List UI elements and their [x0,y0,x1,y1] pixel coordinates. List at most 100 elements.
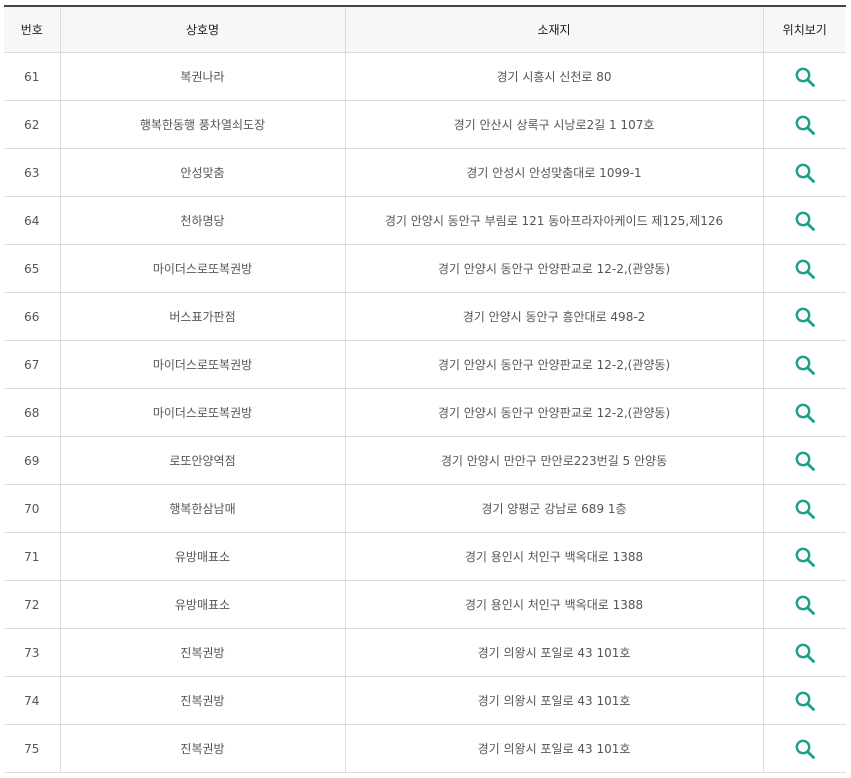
location-cell [762,484,846,533]
search-icon [795,547,815,567]
table-row: 66 버스표가판점 경기 안양시 동안구 흥안대로 498-2 [4,292,846,341]
store-address: 경기 의왕시 포일로 43 101호 [344,628,763,677]
view-location-button[interactable] [794,402,816,424]
view-location-button[interactable] [794,642,816,664]
store-address: 경기 의왕시 포일로 43 101호 [344,676,763,725]
search-icon [795,499,815,519]
store-address: 경기 안양시 동안구 흥안대로 498-2 [344,292,763,341]
view-location-button[interactable] [794,210,816,232]
location-cell [762,724,846,773]
store-address: 경기 시흥시 신천로 80 [344,52,763,101]
row-number: 70 [4,484,60,533]
store-name: 유방매표소 [59,580,345,629]
store-name: 안성맞춤 [59,148,345,197]
table-row: 68 마이더스로또복권방 경기 안양시 동안구 안양판교로 12-2,(관양동) [4,388,846,437]
location-cell [762,628,846,677]
search-icon [795,211,815,231]
table-row: 61 복권나라 경기 시흥시 신천로 80 [4,52,846,101]
view-location-button[interactable] [794,594,816,616]
row-number: 64 [4,196,60,245]
row-number: 72 [4,580,60,629]
row-number: 65 [4,244,60,293]
row-number: 67 [4,340,60,389]
column-header-address: 소재지 [344,6,763,53]
table-row: 62 행복한동행 풍차열쇠도장 경기 안산시 상록구 시낭로2길 1 107호 [4,100,846,149]
view-location-button[interactable] [794,690,816,712]
location-cell [762,676,846,725]
store-address: 경기 의왕시 포일로 43 101호 [344,724,763,773]
table-row: 69 로또안양역점 경기 안양시 만안구 만안로223번길 5 안양동 [4,436,846,485]
table-row: 73 진복권방 경기 의왕시 포일로 43 101호 [4,628,846,677]
store-address: 경기 양평군 강남로 689 1층 [344,484,763,533]
location-cell [762,580,846,629]
store-name: 진복권방 [59,628,345,677]
location-cell [762,532,846,581]
store-name: 진복권방 [59,724,345,773]
row-number: 75 [4,724,60,773]
view-location-button[interactable] [794,546,816,568]
location-cell [762,196,846,245]
store-address: 경기 안양시 동안구 안양판교로 12-2,(관양동) [344,388,763,437]
view-location-button[interactable] [794,450,816,472]
table-row: 70 행복한삼남매 경기 양평군 강남로 689 1층 [4,484,846,533]
store-address: 경기 안산시 상록구 시낭로2길 1 107호 [344,100,763,149]
table-row: 75 진복권방 경기 의왕시 포일로 43 101호 [4,724,846,773]
table-row: 65 마이더스로또복권방 경기 안양시 동안구 안양판교로 12-2,(관양동) [4,244,846,293]
store-name: 천하명당 [59,196,345,245]
location-cell [762,340,846,389]
search-icon [795,115,815,135]
table-header-row: 번호 상호명 소재지 위치보기 [4,6,846,53]
row-number: 61 [4,52,60,101]
location-cell [762,292,846,341]
store-name: 행복한동행 풍차열쇠도장 [59,100,345,149]
view-location-button[interactable] [794,114,816,136]
row-number: 69 [4,436,60,485]
row-number: 66 [4,292,60,341]
search-icon [795,451,815,471]
search-icon [795,307,815,327]
location-cell [762,388,846,437]
table-row: 71 유방매표소 경기 용인시 처인구 백옥대로 1388 [4,532,846,581]
location-cell [762,148,846,197]
location-cell [762,244,846,293]
store-name: 유방매표소 [59,532,345,581]
search-icon [795,355,815,375]
view-location-button[interactable] [794,306,816,328]
store-name: 로또안양역점 [59,436,345,485]
view-location-button[interactable] [794,66,816,88]
store-name: 복권나라 [59,52,345,101]
store-table: 번호 상호명 소재지 위치보기 61 복권나라 경기 시흥시 신천로 80 62… [4,5,846,773]
store-address: 경기 안양시 동안구 안양판교로 12-2,(관양동) [344,244,763,293]
view-location-button[interactable] [794,162,816,184]
store-address: 경기 용인시 처인구 백옥대로 1388 [344,532,763,581]
row-number: 73 [4,628,60,677]
column-header-name: 상호명 [59,6,345,53]
view-location-button[interactable] [794,738,816,760]
column-header-number: 번호 [4,6,60,53]
row-number: 71 [4,532,60,581]
store-list: 번호 상호명 소재지 위치보기 61 복권나라 경기 시흥시 신천로 80 62… [4,5,846,773]
table-row: 72 유방매표소 경기 용인시 처인구 백옥대로 1388 [4,580,846,629]
view-location-button[interactable] [794,498,816,520]
location-cell [762,100,846,149]
location-cell [762,52,846,101]
store-name: 진복권방 [59,676,345,725]
search-icon [795,739,815,759]
search-icon [795,163,815,183]
row-number: 74 [4,676,60,725]
row-number: 63 [4,148,60,197]
view-location-button[interactable] [794,354,816,376]
search-icon [795,67,815,87]
view-location-button[interactable] [794,258,816,280]
store-name: 마이더스로또복권방 [59,340,345,389]
store-name: 마이더스로또복권방 [59,244,345,293]
search-icon [795,403,815,423]
location-cell [762,436,846,485]
store-address: 경기 안양시 만안구 만안로223번길 5 안양동 [344,436,763,485]
search-icon [795,691,815,711]
column-header-location: 위치보기 [762,6,846,53]
row-number: 62 [4,100,60,149]
store-name: 행복한삼남매 [59,484,345,533]
table-row: 74 진복권방 경기 의왕시 포일로 43 101호 [4,676,846,725]
search-icon [795,595,815,615]
